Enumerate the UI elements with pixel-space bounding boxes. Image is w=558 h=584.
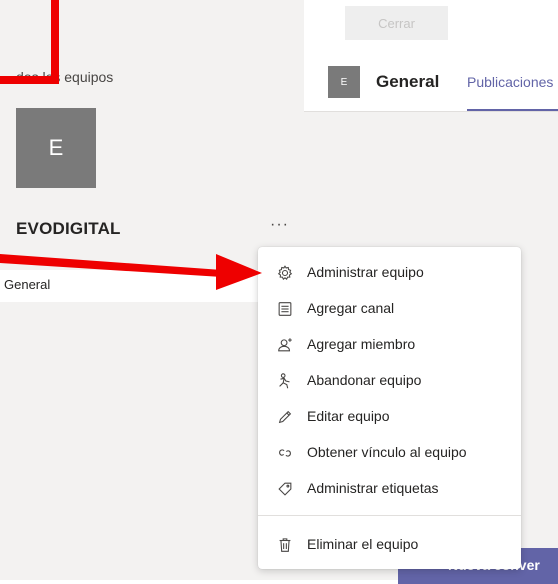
add-member-icon bbox=[275, 335, 295, 355]
active-tab-indicator bbox=[467, 109, 558, 111]
channel-title: General bbox=[376, 72, 440, 91]
channel-avatar: E bbox=[328, 66, 360, 98]
menu-divider bbox=[258, 515, 521, 516]
pencil-icon bbox=[275, 407, 295, 427]
team-name: EVODIGITAL bbox=[16, 219, 121, 238]
menu-label: Administrar equipo bbox=[307, 264, 424, 280]
more-options-button[interactable]: ··· bbox=[270, 216, 289, 234]
menu-label: Obtener vínculo al equipo bbox=[307, 444, 467, 460]
menu-label: Abandonar equipo bbox=[307, 372, 422, 388]
menu-item-get-link[interactable]: Obtener vínculo al equipo bbox=[258, 435, 521, 471]
channel-icon bbox=[275, 299, 295, 319]
team-avatar: E bbox=[16, 108, 96, 188]
tab-posts[interactable]: Publicaciones bbox=[467, 74, 553, 90]
menu-item-manage-tags[interactable]: Administrar etiquetas bbox=[258, 471, 521, 507]
team-options-menu: Administrar equipo Agregar canal Agregar… bbox=[258, 247, 521, 569]
menu-label: Eliminar el equipo bbox=[307, 536, 419, 552]
annotation-arrow bbox=[0, 254, 262, 290]
gear-icon bbox=[275, 263, 295, 283]
tag-icon bbox=[275, 479, 295, 499]
team-avatar-letter: E bbox=[48, 135, 64, 160]
menu-item-delete-team[interactable]: Eliminar el equipo bbox=[258, 527, 521, 563]
menu-item-edit-team[interactable]: Editar equipo bbox=[258, 399, 521, 435]
menu-item-manage-team[interactable]: Administrar equipo bbox=[258, 255, 521, 291]
link-icon bbox=[275, 443, 295, 463]
menu-label: Agregar canal bbox=[307, 300, 395, 316]
channel-avatar-letter: E bbox=[340, 76, 348, 88]
menu-item-leave-team[interactable]: Abandonar equipo bbox=[258, 363, 521, 399]
menu-item-add-channel[interactable]: Agregar canal bbox=[258, 291, 521, 327]
trash-icon bbox=[275, 535, 295, 555]
menu-label: Administrar etiquetas bbox=[307, 480, 439, 496]
annotation-vertical-line bbox=[51, 0, 59, 84]
menu-item-add-member[interactable]: Agregar miembro bbox=[258, 327, 521, 363]
annotation-horizontal-line bbox=[0, 76, 59, 84]
close-button[interactable]: Cerrar bbox=[345, 6, 448, 40]
channel-header: E General Publicaciones bbox=[304, 55, 558, 112]
leave-icon bbox=[275, 371, 295, 391]
menu-label: Editar equipo bbox=[307, 408, 390, 424]
menu-label: Agregar miembro bbox=[307, 336, 416, 352]
